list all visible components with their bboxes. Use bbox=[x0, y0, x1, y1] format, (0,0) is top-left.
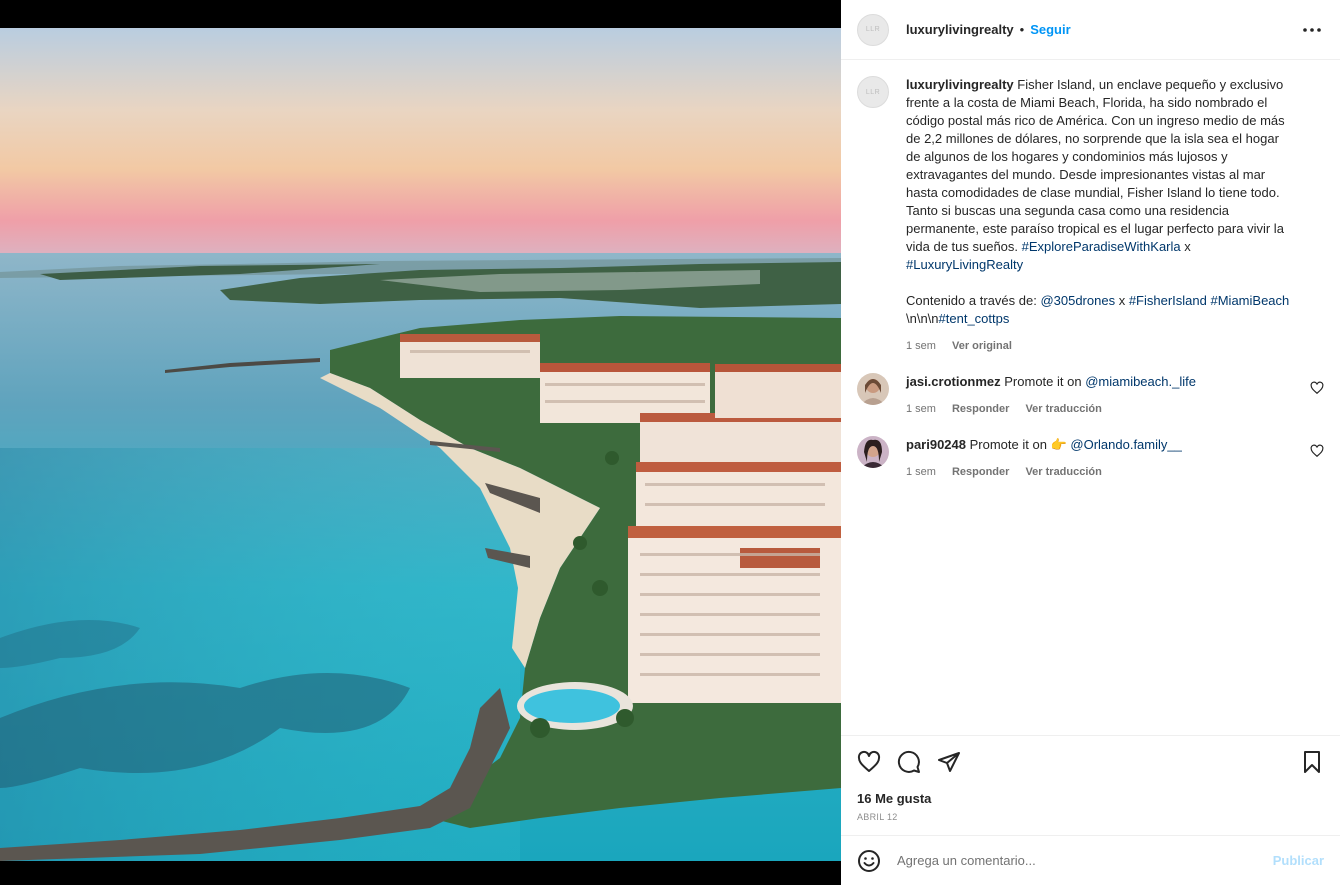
post-header: LLR luxurylivingrealty • Seguir bbox=[841, 0, 1340, 60]
caption-avatar[interactable]: LLR bbox=[857, 76, 889, 108]
avatar-logo-icon: LLR bbox=[865, 88, 881, 96]
caption-text: Fisher Island, un enclave pequeño y excl… bbox=[906, 77, 1285, 254]
separator-dot: • bbox=[1019, 22, 1025, 37]
commenter-avatar[interactable] bbox=[857, 373, 889, 405]
comment-body: jasi.crotionmez Promote it on @miamibeac… bbox=[906, 373, 1324, 418]
hashtag-link[interactable]: #MiamiBeach bbox=[1211, 293, 1290, 308]
comment-item: pari90248 Promote it on 👉 @Orlando.famil… bbox=[857, 436, 1324, 481]
caption-x: x bbox=[1184, 239, 1191, 254]
more-options-icon[interactable] bbox=[1300, 18, 1324, 42]
comments-list[interactable]: LLR luxurylivingrealty Fisher Island, un… bbox=[841, 60, 1340, 735]
comment-input[interactable] bbox=[897, 853, 1273, 868]
comment-body: pari90248 Promote it on 👉 @Orlando.famil… bbox=[906, 436, 1324, 481]
comment-username[interactable]: pari90248 bbox=[906, 437, 966, 452]
hashtag-link[interactable]: #LuxuryLivingRealty bbox=[906, 257, 1023, 272]
comment-username[interactable]: jasi.crotionmez bbox=[906, 374, 1001, 389]
caption-body: luxurylivingrealty Fisher Island, un enc… bbox=[906, 76, 1324, 355]
likes-count[interactable]: 16 Me gusta bbox=[857, 791, 1324, 806]
post-modal: LLR luxurylivingrealty • Seguir LLR luxu… bbox=[0, 0, 1340, 885]
heart-icon[interactable] bbox=[857, 750, 881, 774]
post-media bbox=[0, 0, 841, 885]
comment-meta: 1 sem Responder Ver traducción bbox=[906, 400, 1294, 418]
mention-link[interactable]: @305drones bbox=[1040, 293, 1115, 308]
mention-link[interactable]: @Orlando.family__ bbox=[1070, 437, 1181, 452]
author-username[interactable]: luxurylivingrealty bbox=[906, 22, 1014, 37]
share-icon[interactable] bbox=[937, 750, 961, 774]
comment-icon[interactable] bbox=[897, 750, 921, 774]
credit-prefix: Contenido a través de: bbox=[906, 293, 1037, 308]
commenter-avatar[interactable] bbox=[857, 436, 889, 468]
comment-text: Promote it on bbox=[969, 437, 1047, 452]
publish-button[interactable]: Publicar bbox=[1273, 853, 1324, 868]
reply-button[interactable]: Responder bbox=[952, 400, 1009, 418]
aerial-island-photo bbox=[0, 28, 841, 861]
post-date: ABRIL 12 bbox=[857, 812, 898, 822]
hashtag-link[interactable]: #ExploreParadiseWithKarla bbox=[1022, 239, 1181, 254]
avatar-logo-icon: LLR bbox=[865, 26, 881, 33]
translate-button[interactable]: Ver traducción bbox=[1025, 463, 1101, 481]
caption-time[interactable]: 1 sem bbox=[906, 337, 936, 355]
comment-time[interactable]: 1 sem bbox=[906, 400, 936, 418]
follow-button[interactable]: Seguir bbox=[1030, 22, 1070, 37]
bookmark-icon[interactable] bbox=[1300, 750, 1324, 774]
caption-x: x bbox=[1118, 293, 1126, 308]
pointing-hand-emoji: 👉 bbox=[1050, 437, 1067, 452]
caption-meta: 1 sem Ver original bbox=[906, 337, 1294, 355]
action-icons bbox=[857, 750, 1324, 774]
comment-text: Promote it on bbox=[1004, 374, 1082, 389]
post-sidebar: LLR luxurylivingrealty • Seguir LLR luxu… bbox=[841, 0, 1340, 885]
see-original-button[interactable]: Ver original bbox=[952, 337, 1012, 355]
hashtag-link[interactable]: #FisherIsland bbox=[1129, 293, 1207, 308]
caption-literal: \n\n\n bbox=[906, 311, 939, 326]
post-photo[interactable] bbox=[0, 28, 841, 861]
like-comment-heart-icon[interactable] bbox=[1310, 381, 1324, 395]
comment-meta: 1 sem Responder Ver traducción bbox=[906, 463, 1294, 481]
smiley-icon[interactable] bbox=[857, 849, 881, 873]
translate-button[interactable]: Ver traducción bbox=[1025, 400, 1101, 418]
mention-link[interactable]: @miamibeach._life bbox=[1085, 374, 1196, 389]
like-comment-heart-icon[interactable] bbox=[1310, 444, 1324, 458]
add-comment-bar: Publicar bbox=[841, 835, 1340, 885]
caption: LLR luxurylivingrealty Fisher Island, un… bbox=[857, 76, 1324, 355]
comment-time[interactable]: 1 sem bbox=[906, 463, 936, 481]
reply-button[interactable]: Responder bbox=[952, 463, 1009, 481]
post-actions: 16 Me gusta ABRIL 12 bbox=[841, 735, 1340, 835]
author-avatar[interactable]: LLR bbox=[857, 13, 889, 46]
comment-item: jasi.crotionmez Promote it on @miamibeac… bbox=[857, 373, 1324, 418]
hashtag-link[interactable]: #tent_cottps bbox=[939, 311, 1010, 326]
caption-username[interactable]: luxurylivingrealty bbox=[906, 77, 1014, 92]
